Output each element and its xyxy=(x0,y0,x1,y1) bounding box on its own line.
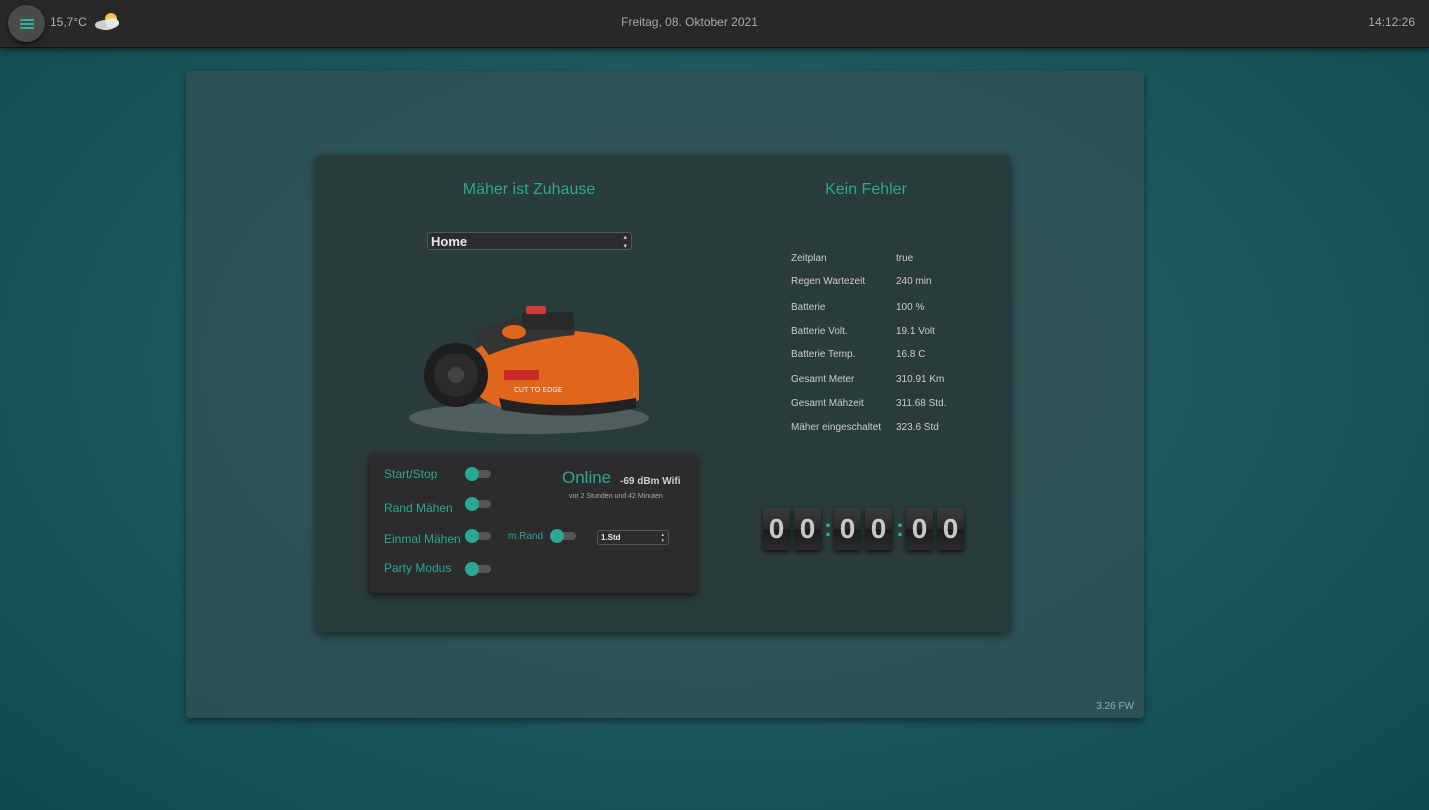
countdown-separator: : xyxy=(824,515,832,542)
info-key: Regen Wartezeit xyxy=(791,276,866,287)
m-rand-label: m.Rand xyxy=(508,531,544,542)
info-key: Gesamt Meter xyxy=(791,374,855,385)
top-bar: 15,7°C Freitag, 08. Oktober 2021 14:12:2… xyxy=(0,0,1429,48)
info-value: 16.8 C xyxy=(896,349,926,360)
countdown-digit: 0 xyxy=(794,508,821,550)
wifi-signal: -69 dBm Wifi xyxy=(620,476,681,487)
m-rand-toggle[interactable] xyxy=(550,529,576,543)
countdown-digit: 0 xyxy=(865,508,892,550)
info-key: Batterie Volt. xyxy=(791,326,848,337)
info-key: Zeitplan xyxy=(791,253,827,264)
countdown-digit: 0 xyxy=(763,508,790,550)
rand-maehen-label: Rand Mähen xyxy=(384,501,453,515)
start-stop-label: Start/Stop xyxy=(384,467,438,481)
duration-select-value: 1.Std xyxy=(601,533,621,542)
info-key: Mäher eingeschaltet xyxy=(791,422,882,433)
info-value: 240 min xyxy=(896,276,932,287)
select-arrows-icon: ▴ ▾ xyxy=(623,234,627,250)
countdown-separator: : xyxy=(896,515,904,542)
clock: 14:12:26 xyxy=(1368,15,1415,29)
mower-status: Mäher ist Zuhause xyxy=(462,181,596,198)
date-display: Freitag, 08. Oktober 2021 xyxy=(621,15,758,29)
firmware-version: 3.26 FW xyxy=(1096,701,1134,712)
mower-panel: Mäher ist Zuhause Kein Fehler Home ▴ ▾ CU… xyxy=(316,155,1010,632)
rand-maehen-toggle[interactable] xyxy=(465,497,491,511)
party-modus-toggle[interactable] xyxy=(465,562,491,576)
duration-select[interactable]: 1.Std ▴ ▾ xyxy=(597,530,669,545)
info-value: true xyxy=(896,253,914,264)
zone-select-value: Home xyxy=(431,234,468,249)
info-value: 19.1 Volt xyxy=(896,326,935,337)
svg-text:CUT TO EDGE: CUT TO EDGE xyxy=(514,386,562,394)
control-box: Start/Stop Rand Mähen Einmal Mähen m.Ran… xyxy=(369,453,697,593)
info-key: Batterie xyxy=(791,302,826,313)
info-value: 323.6 Std xyxy=(896,422,939,433)
zone-select[interactable]: Home ▴ ▾ xyxy=(427,232,632,250)
select-arrows-icon: ▴ ▾ xyxy=(661,532,664,544)
info-value: 310.91 Km xyxy=(896,374,945,385)
party-modus-label: Party Modus xyxy=(384,561,452,575)
info-key: Gesamt Mähzeit xyxy=(791,398,864,409)
error-status: Kein Fehler xyxy=(825,181,907,198)
mower-image: CUT TO EDGE xyxy=(409,306,649,434)
online-status: Online xyxy=(562,468,612,487)
last-seen: vor 2 Stunden und 42 Minuten xyxy=(569,493,663,500)
einmal-maehen-label: Einmal Mähen xyxy=(384,532,461,546)
countdown-digit: 0 xyxy=(906,508,933,550)
countdown-digit: 0 xyxy=(834,508,861,550)
info-value: 100 % xyxy=(896,302,925,313)
info-key: Batterie Temp. xyxy=(791,349,856,360)
einmal-maehen-toggle[interactable] xyxy=(465,529,491,543)
info-value: 311.68 Std. xyxy=(896,398,947,409)
countdown-digit: 0 xyxy=(937,508,964,550)
start-stop-toggle[interactable] xyxy=(465,467,491,481)
